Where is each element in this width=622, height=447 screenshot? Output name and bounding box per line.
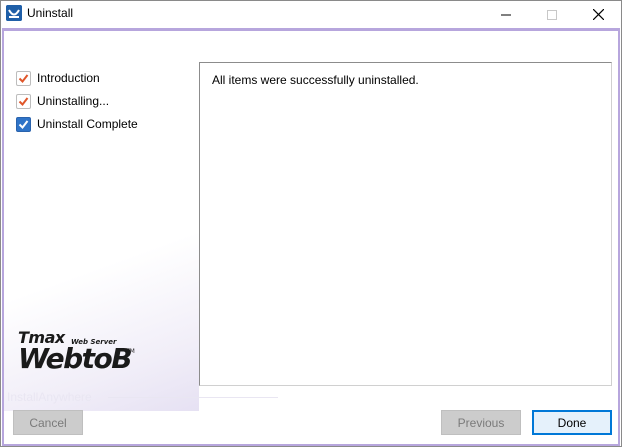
message-panel: All items were successfully uninstalled. — [199, 62, 612, 386]
step-introduction: Introduction — [16, 69, 186, 87]
step-label: Uninstalling... — [37, 94, 110, 108]
logo-trademark: TM — [126, 348, 135, 355]
close-icon — [592, 9, 604, 20]
logo-product: WebtoB — [18, 342, 133, 375]
title-bar[interactable]: Uninstall — [1, 1, 621, 28]
checkmark-icon — [16, 93, 31, 109]
cancel-button[interactable]: Cancel — [13, 410, 83, 435]
maximize-icon — [547, 9, 557, 20]
webtob-logo: Tmax Web Server WebtoB TM — [18, 328, 178, 388]
step-uninstalling: Uninstalling... — [16, 92, 186, 110]
uninstall-window: Uninstall Introduction Uninstalling... U… — [0, 0, 622, 447]
window-title: Uninstall — [27, 6, 74, 20]
checkmark-icon — [16, 116, 31, 132]
previous-button[interactable]: Previous — [441, 410, 521, 435]
checkmark-icon — [16, 70, 31, 86]
step-uninstall-complete: Uninstall Complete — [16, 115, 186, 133]
completion-message: All items were successfully uninstalled. — [212, 73, 419, 87]
footer-divider — [108, 397, 278, 398]
done-button[interactable]: Done — [532, 410, 612, 435]
minimize-icon — [501, 14, 511, 15]
installanywhere-label: InstallAnywhere — [7, 390, 92, 404]
close-button[interactable] — [575, 1, 621, 28]
minimize-button[interactable] — [483, 1, 529, 28]
maximize-button[interactable] — [529, 1, 575, 28]
installer-app-icon — [6, 5, 22, 21]
step-label: Uninstall Complete — [37, 117, 138, 131]
installer-content: Introduction Uninstalling... Uninstall C… — [2, 28, 620, 446]
step-label: Introduction — [37, 71, 100, 85]
